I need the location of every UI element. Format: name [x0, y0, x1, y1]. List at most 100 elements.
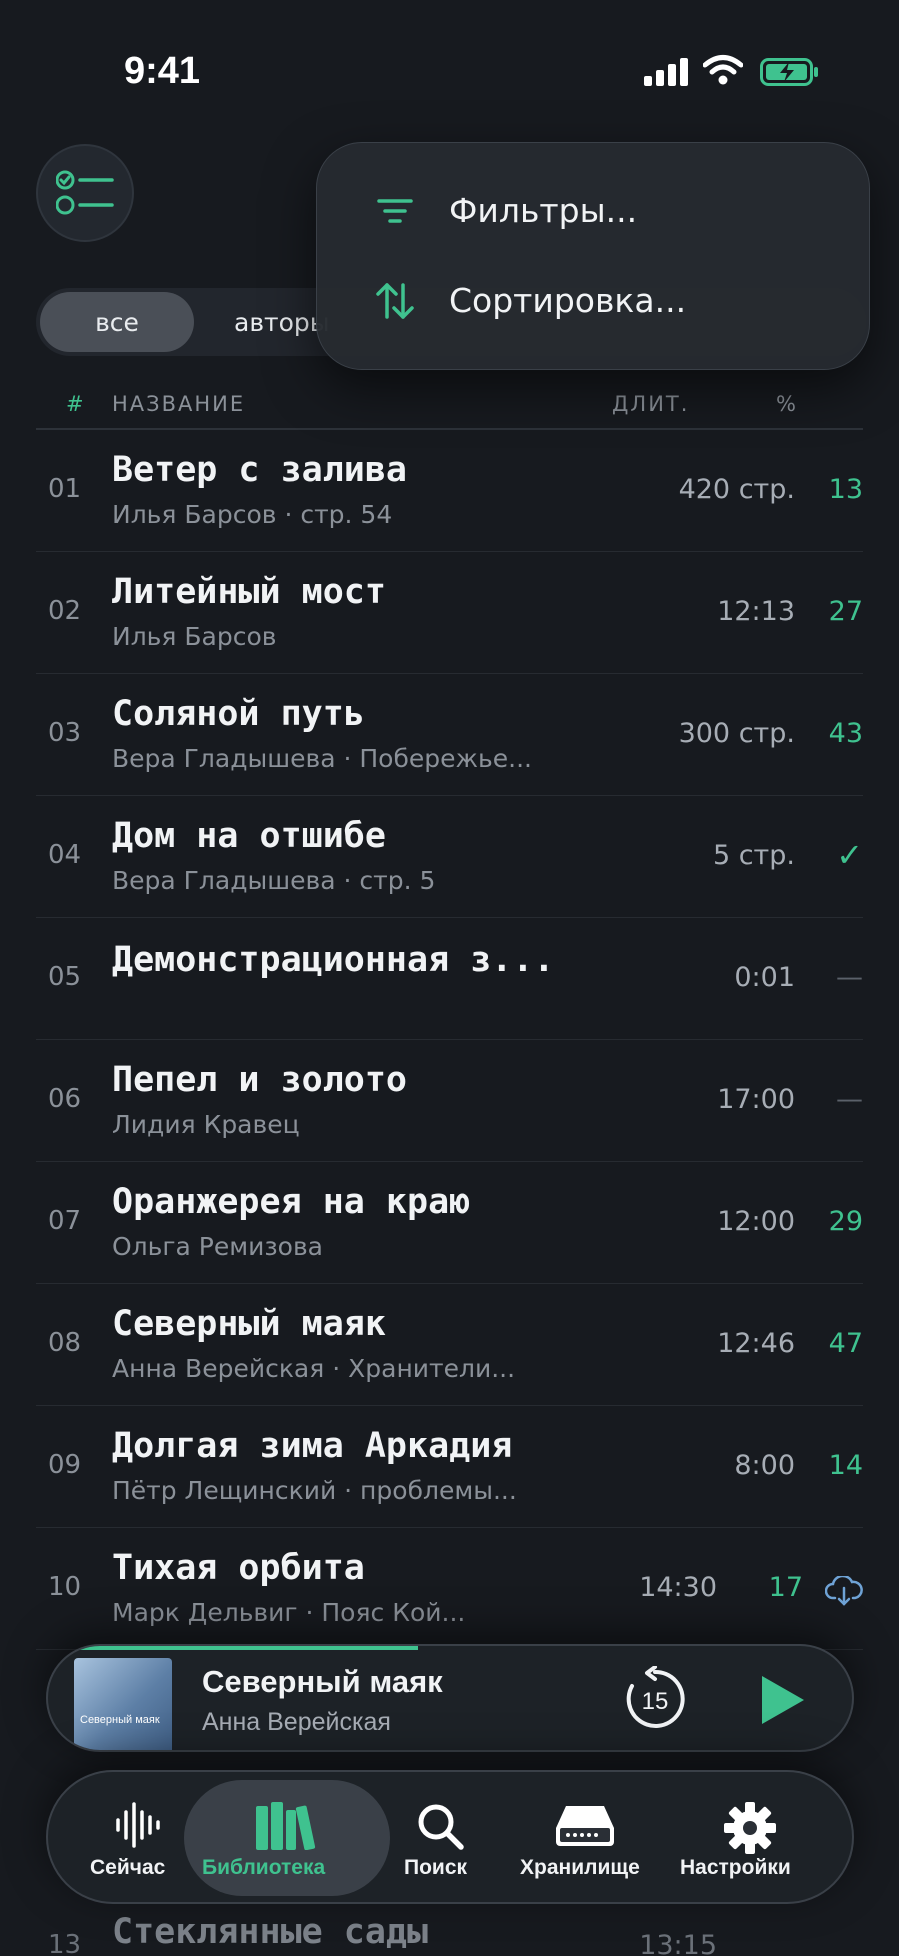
row-title: Ветер с залива — [112, 450, 408, 490]
checklist-icon — [56, 170, 114, 215]
row-number: 06 — [48, 1084, 82, 1114]
tab-now[interactable]: Сейчас — [82, 1772, 192, 1902]
table-row[interactable]: 09 Долгая зима Аркадия Пётр Лещинский · … — [36, 1406, 863, 1528]
filters-menu-item[interactable]: Фильтры... — [317, 165, 871, 255]
row-percent: 13 — [828, 474, 863, 505]
row-percent: 14 — [828, 1450, 863, 1481]
header-num: # — [66, 392, 86, 416]
table-header: # НАЗВАНИЕ ДЛИТ. % — [36, 388, 863, 430]
storage-icon — [556, 1806, 614, 1846]
waveform-icon — [116, 1802, 160, 1848]
row-length: 12:13 — [717, 596, 795, 627]
sort-label: Сортировка... — [449, 280, 687, 320]
cloud-download-icon[interactable] — [825, 1576, 863, 1606]
row-title: Оранжерея на краю — [112, 1182, 471, 1222]
row-number: 08 — [48, 1328, 82, 1358]
row-title: Дом на отшибе — [112, 816, 386, 856]
row-title: Демонстрационная з... — [112, 940, 555, 980]
table-row[interactable]: 10 Тихая орбита Марк Дельвиг · Пояс Кой.… — [36, 1528, 863, 1650]
row-title: Стеклянные сады — [112, 1912, 429, 1952]
row-subtitle: Вера Гладышева · стр. 5 — [112, 866, 436, 895]
table-row[interactable]: 03 Соляной путь Вера Гладышева · Побереж… — [36, 674, 863, 796]
list-options-button[interactable] — [36, 144, 134, 242]
player-title: Северный маяк — [202, 1664, 443, 1699]
row-subtitle: Марк Дельвиг · Пояс Кой... — [112, 1598, 466, 1627]
row-percent: 27 — [828, 596, 863, 627]
row-length: 14:30 — [639, 1572, 717, 1603]
table-row[interactable]: 02 Литейный мост Илья Барсов 12:13 27 — [36, 552, 863, 674]
row-percent: 43 — [828, 718, 863, 749]
cover-title: Северный маяк — [80, 1714, 160, 1726]
row-number: 07 — [48, 1206, 82, 1236]
row-length: 0:01 — [734, 962, 795, 993]
skip-back-15-icon[interactable]: 15 — [622, 1666, 688, 1732]
tab-label: Поиск — [404, 1856, 468, 1879]
table-row[interactable]: 06 Пепел и золото Лидия Кравец 17:00 — — [36, 1040, 863, 1162]
row-percent: 47 — [828, 1328, 863, 1359]
header-length[interactable]: ДЛИТ. — [612, 392, 689, 416]
row-number: 10 — [48, 1572, 82, 1602]
row-length: 13:15 — [639, 1930, 717, 1956]
row-number: 02 — [48, 596, 82, 626]
row-subtitle: Илья Барсов · стр. 54 — [112, 500, 393, 529]
row-number: 04 — [48, 840, 82, 870]
tab-bar: Сейчас Библиотека Поиск Хранилище Настро… — [46, 1770, 854, 1904]
player-artist: Анна Верейская — [202, 1708, 391, 1736]
tab-settings[interactable]: Настройки — [678, 1772, 818, 1902]
row-length: 5 стр. — [712, 840, 795, 871]
row-title: Литейный мост — [112, 572, 386, 612]
row-length: 17:00 — [717, 1084, 795, 1115]
player-progress-bar — [48, 1646, 418, 1650]
row-title: Соляной путь — [112, 694, 365, 734]
sort-menu-item[interactable]: Сортировка... — [317, 255, 871, 345]
options-popover: Фильтры... Сортировка... — [316, 142, 870, 370]
row-title: Долгая зима Аркадия — [112, 1426, 513, 1466]
segment-all[interactable]: все — [40, 292, 194, 352]
table-row[interactable]: 05 Демонстрационная з... 0:01 — — [36, 918, 863, 1040]
skip-seconds: 15 — [642, 1688, 669, 1715]
table-row[interactable]: 04 Дом на отшибе Вера Гладышева · стр. 5… — [36, 796, 863, 918]
row-number: 03 — [48, 718, 82, 748]
signal-icon — [644, 58, 688, 86]
row-percent: 17 — [768, 1572, 803, 1603]
tab-library[interactable]: Библиотека — [184, 1780, 390, 1896]
row-subtitle: Анна Верейская · Хранители... — [112, 1354, 516, 1383]
tab-search[interactable]: Поиск — [392, 1772, 488, 1902]
table-row-partial[interactable]: 13 Стеклянные сады 13:15 — [36, 1910, 863, 1956]
row-subtitle: Илья Барсов — [112, 622, 277, 651]
row-number: 01 — [48, 474, 82, 504]
row-subtitle: Лидия Кравец — [112, 1110, 300, 1139]
header-title[interactable]: НАЗВАНИЕ — [112, 392, 245, 416]
row-length: 8:00 — [734, 1450, 795, 1481]
sort-icon — [376, 283, 414, 319]
tab-label: Библиотека — [202, 1856, 326, 1879]
filter-icon — [377, 199, 413, 223]
row-title: Северный маяк — [112, 1304, 386, 1344]
wifi-icon — [703, 55, 743, 85]
status-time: 9:41 — [124, 50, 201, 92]
row-length: 300 стр. — [678, 718, 795, 749]
tab-label: Хранилище — [520, 1856, 640, 1879]
gear-icon — [724, 1802, 776, 1854]
filters-label: Фильтры... — [449, 190, 638, 230]
search-icon — [418, 1804, 464, 1850]
row-number: 13 — [48, 1930, 82, 1956]
table-row[interactable]: 08 Северный маяк Анна Верейская · Хранит… — [36, 1284, 863, 1406]
table-row[interactable]: 01 Ветер с залива Илья Барсов · стр. 54 … — [36, 430, 863, 552]
row-number: 09 — [48, 1450, 82, 1480]
mini-player[interactable]: Северный маяк Северный маяк Анна Верейск… — [46, 1644, 854, 1752]
tab-label: Настройки — [680, 1856, 791, 1879]
tab-storage[interactable]: Хранилище — [512, 1772, 658, 1902]
tab-label: Сейчас — [90, 1856, 166, 1879]
table-row[interactable]: 07 Оранжерея на краю Ольга Ремизова 12:0… — [36, 1162, 863, 1284]
header-percent[interactable]: % — [776, 392, 798, 416]
row-length: 12:46 — [717, 1328, 795, 1359]
album-cover: Северный маяк — [74, 1658, 172, 1750]
play-icon[interactable] — [754, 1674, 806, 1726]
row-percent: — — [836, 962, 863, 993]
row-percent: — — [836, 1084, 863, 1115]
status-bar: 9:41 — [0, 0, 899, 140]
row-percent: 29 — [828, 1206, 863, 1237]
finished-check-icon: ✓ — [836, 836, 863, 874]
row-subtitle: Пётр Лещинский · проблемы... — [112, 1476, 517, 1505]
